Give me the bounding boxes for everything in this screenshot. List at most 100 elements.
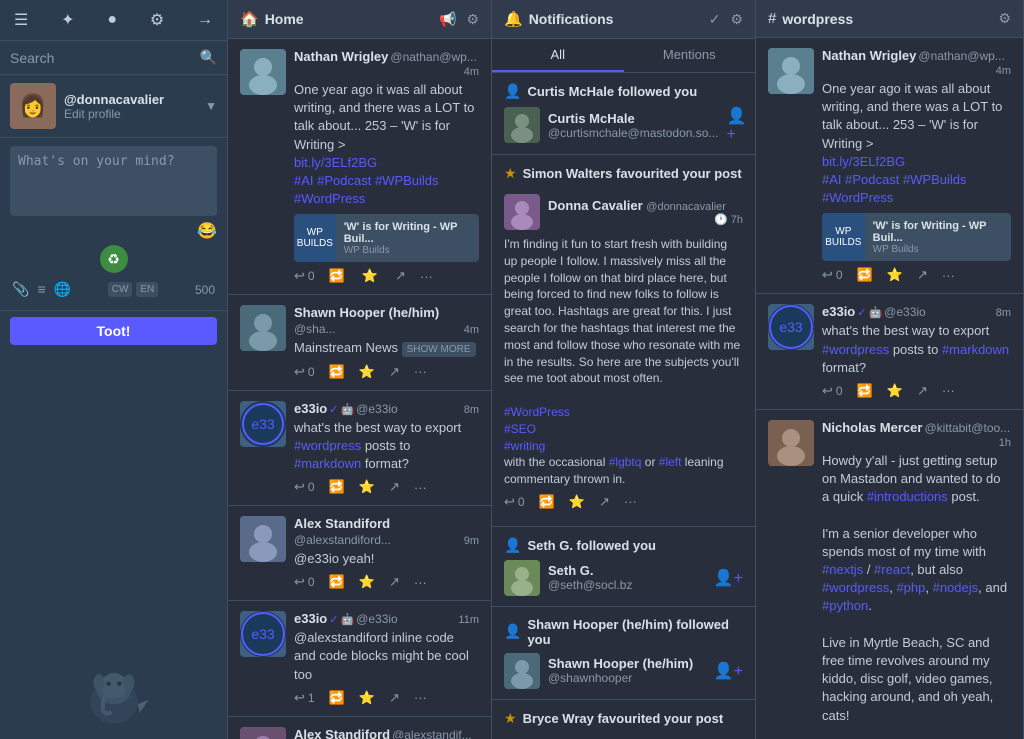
notification-bell-icon[interactable]: 📢	[439, 11, 456, 28]
share-button[interactable]: ↗	[389, 364, 400, 380]
favourite-button[interactable]: ⭐	[362, 268, 381, 284]
notif-user-info: Donna Cavalier @donnacavalier 🕐 7h	[548, 198, 743, 226]
avatar	[504, 653, 540, 689]
toot-content: Nathan Wrigley @nathan@wp... 4m One year…	[294, 49, 479, 284]
table-row: Nathan Wrigley @nathan@wp... 4m One year…	[756, 38, 1023, 294]
compose-icon[interactable]: ✦	[57, 6, 78, 34]
add-user-icon[interactable]: 👤+	[714, 661, 743, 681]
reply-button[interactable]: ↩0	[294, 574, 315, 590]
add-user-icon[interactable]: 👤+	[726, 106, 746, 144]
notifications-column-title: Notifications	[529, 11, 709, 27]
more-button[interactable]: ···	[414, 690, 427, 706]
toot-author-handle: @sha...	[294, 322, 336, 336]
globe-icon[interactable]: 🌐	[54, 281, 71, 298]
more-button[interactable]: ···	[414, 574, 427, 590]
check-icon[interactable]: ✓	[709, 11, 721, 28]
share-button[interactable]: ↗	[395, 268, 406, 284]
retoot-button[interactable]: 🔁	[857, 383, 873, 399]
retoot-button[interactable]: 🔁	[329, 364, 345, 380]
more-button[interactable]: ···	[624, 494, 637, 510]
list-item: 👤 Shawn Hooper (he/him) followed you Sha…	[492, 607, 755, 700]
toot-time: 11m	[458, 614, 479, 626]
avatar	[504, 560, 540, 596]
wordpress-column-body: Nathan Wrigley @nathan@wp... 4m One year…	[756, 38, 1023, 739]
favourite-button[interactable]: ⭐	[359, 574, 375, 590]
toot-button[interactable]: Toot!	[10, 317, 217, 345]
home-nav-icon[interactable]: ●	[103, 7, 121, 33]
retoot-button[interactable]: 🔁	[329, 268, 348, 284]
favourite-icon: ★	[504, 165, 517, 182]
toot-author-handle: @alexstandif...	[392, 728, 472, 739]
retoot-button[interactable]: 🔁	[329, 479, 345, 495]
favourite-button[interactable]: ⭐	[359, 479, 375, 495]
share-button[interactable]: ↗	[389, 690, 400, 706]
settings-sliders-icon[interactable]: ⚙	[730, 11, 743, 28]
hashtag-icon: #	[768, 10, 776, 27]
reply-button[interactable]: ↩0	[294, 268, 315, 284]
retoot-button[interactable]: 🔁	[539, 494, 555, 510]
toot-author-name: Nathan Wrigley	[294, 49, 388, 64]
sidebar-footer	[0, 351, 227, 739]
more-button[interactable]: ···	[414, 364, 427, 380]
wordpress-column-header: # wordpress ⚙	[756, 0, 1023, 38]
toot-author-name: e33io	[294, 611, 327, 626]
settings-sliders-icon[interactable]: ⚙	[998, 10, 1011, 27]
more-button[interactable]: ···	[942, 267, 955, 283]
notif-user-info: Shawn Hooper (he/him) @shawnhooper	[548, 656, 693, 685]
reply-button[interactable]: ↩0	[504, 494, 525, 510]
toot-link[interactable]: bit.ly/3ELf2BG	[822, 154, 905, 169]
recycle-button[interactable]: ♻	[100, 245, 128, 273]
toot-text: One year ago it was all about writing, a…	[822, 80, 1011, 207]
toot-link[interactable]: bit.ly/3ELf2BG	[294, 155, 377, 170]
notification-text: Curtis McHale followed you	[527, 84, 697, 99]
notification-text: Bryce Wray favourited your post	[523, 711, 724, 726]
attach-icon[interactable]: 📎	[12, 281, 29, 298]
toot-author-name: e33io	[294, 401, 327, 416]
retoot-button[interactable]: 🔁	[329, 574, 345, 590]
columns-icon[interactable]: →	[193, 7, 217, 33]
retoot-button[interactable]: 🔁	[329, 690, 345, 706]
share-button[interactable]: ↗	[599, 494, 610, 510]
share-button[interactable]: ↗	[917, 383, 928, 399]
compose-textarea[interactable]	[10, 146, 217, 216]
more-button[interactable]: ···	[942, 383, 955, 399]
edit-profile-link[interactable]: Edit profile	[64, 107, 201, 121]
list-item: ★ Bryce Wray favourited your post DW Don…	[492, 700, 755, 739]
more-button[interactable]: ···	[414, 479, 427, 495]
cw-badge[interactable]: CW	[108, 282, 133, 297]
favourite-button[interactable]: ⭐	[359, 364, 375, 380]
share-button[interactable]: ↗	[389, 574, 400, 590]
tab-all[interactable]: All	[492, 39, 624, 72]
reply-button[interactable]: ↩1	[294, 690, 315, 706]
reply-button[interactable]: ↩0	[294, 364, 315, 380]
list-icon[interactable]: ≡	[37, 281, 45, 298]
favourite-button[interactable]: ⭐	[887, 383, 903, 399]
table-row: Nicholas Mercer @kittabit@too... 1h Howd…	[756, 410, 1023, 739]
toot-author-name: e33io	[822, 304, 855, 319]
settings-sliders-icon[interactable]: ⚙	[466, 11, 479, 28]
toot-author-name: Nicholas Mercer	[822, 420, 922, 435]
reply-button[interactable]: ↩0	[294, 479, 315, 495]
en-badge[interactable]: EN	[136, 282, 158, 297]
favourite-icon: ★	[504, 710, 517, 727]
tab-mentions[interactable]: Mentions	[624, 39, 756, 72]
favourite-button[interactable]: ⭐	[569, 494, 585, 510]
search-input[interactable]	[10, 50, 200, 66]
settings-icon[interactable]: ⚙	[146, 6, 168, 34]
share-button[interactable]: ↗	[389, 479, 400, 495]
account-section[interactable]: 👩 @donnacavalier Edit profile ▼	[0, 75, 227, 138]
show-more-button[interactable]: SHOW MORE	[402, 342, 476, 357]
reply-button[interactable]: ↩0	[822, 267, 843, 283]
emoji-icon[interactable]: 😂	[10, 221, 217, 241]
notif-user-info: Curtis McHale @curtismchale@mastodon.so.…	[548, 111, 718, 140]
favourite-button[interactable]: ⭐	[359, 690, 375, 706]
hamburger-icon[interactable]: ☰	[10, 6, 32, 34]
add-user-icon[interactable]: 👤+	[714, 568, 743, 588]
favourite-button[interactable]: ⭐	[887, 267, 903, 283]
more-button[interactable]: ···	[420, 268, 433, 284]
retoot-button[interactable]: 🔁	[857, 267, 873, 283]
reply-button[interactable]: ↩0	[822, 383, 843, 399]
toot-author-handle: @e33io	[884, 305, 926, 319]
share-button[interactable]: ↗	[917, 267, 928, 283]
toot-text: @e33io yeah!	[294, 550, 479, 568]
